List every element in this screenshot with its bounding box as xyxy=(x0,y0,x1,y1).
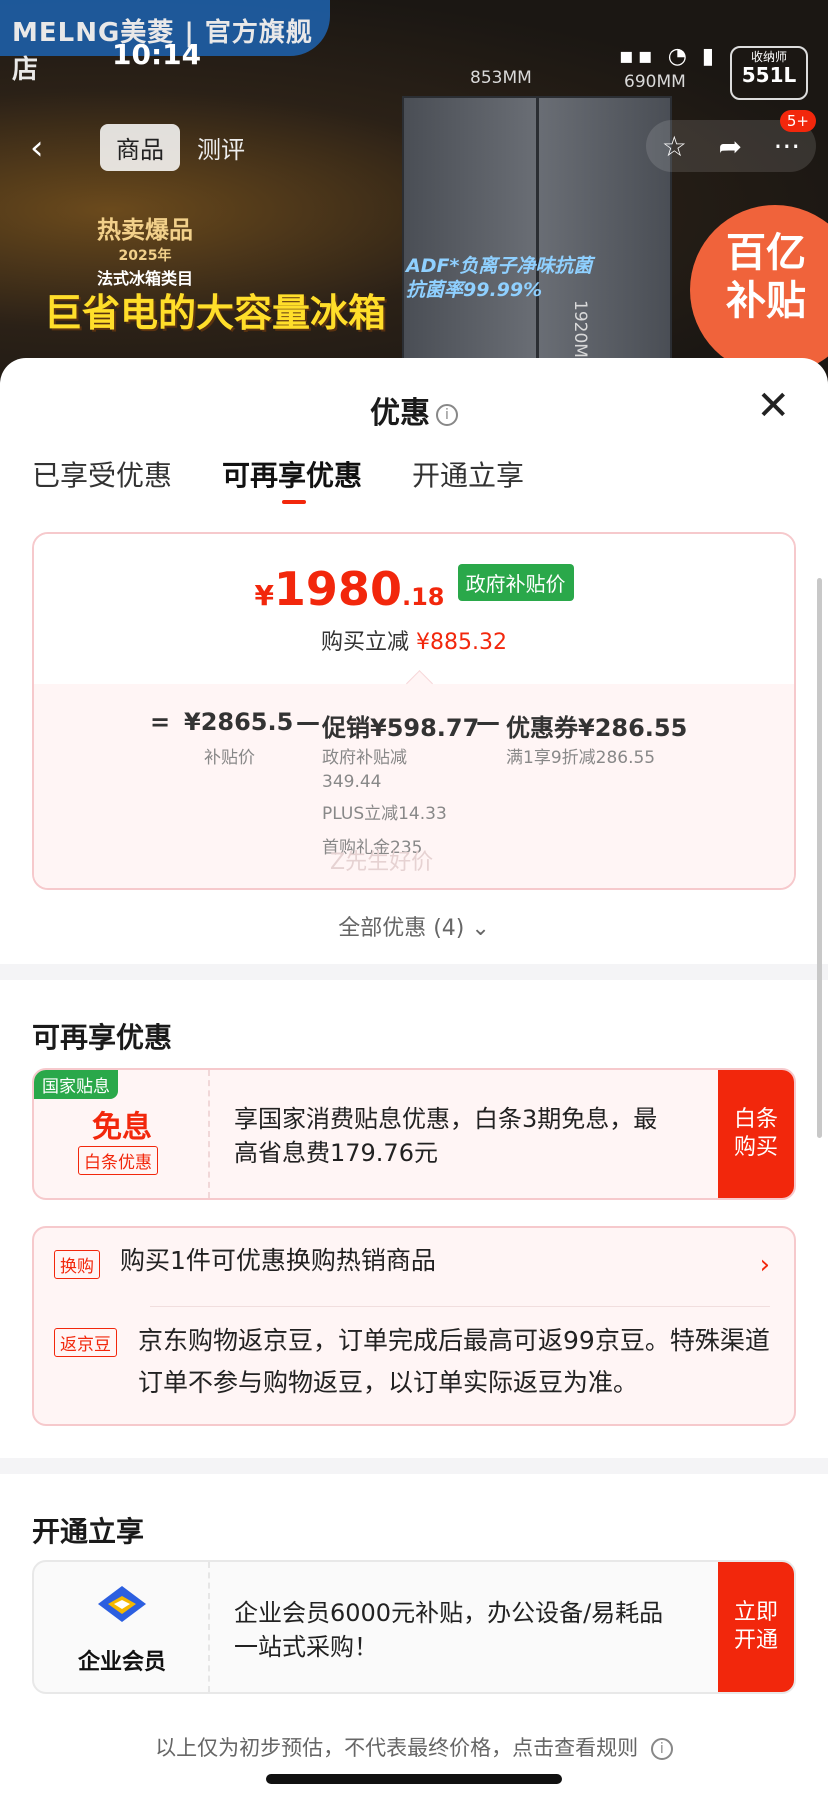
price-breakdown-card: ¥1980.18 政府补贴价 购买立减 ¥885.32 = ¥2865.5 — … xyxy=(32,532,796,890)
final-price: ¥1980.18 xyxy=(254,562,445,616)
nav-actions: ☆ ➦ ··· 5+ xyxy=(646,110,816,172)
exchange-tag: 换购 xyxy=(54,1250,100,1279)
jingdou-tag: 返京豆 xyxy=(54,1328,117,1357)
open-now-button[interactable]: 立即开通 xyxy=(718,1562,794,1692)
exchange-text: 购买1件可优惠换购热销商品 xyxy=(120,1246,436,1275)
section-title-more-offers: 可再享优惠 xyxy=(32,1021,173,1054)
enterprise-member-desc: 企业会员6000元补贴，办公设备/易耗品一站式采购！ xyxy=(234,1599,664,1661)
info-icon[interactable]: i xyxy=(436,403,458,426)
price-summary: ¥1980.18 政府补贴价 购买立减 ¥885.32 xyxy=(34,534,794,684)
benefit-list-card: 换购 购买1件可优惠换购热销商品 › 返京豆 京东购物返京豆，订单完成后最高可返… xyxy=(32,1226,796,1426)
offer-tabs: 已享受优惠 可再享优惠 开通立享 xyxy=(32,454,524,504)
top-nav: ‹ 商品 测评 ☆ ➦ ··· 5+ xyxy=(0,110,828,180)
divider xyxy=(150,1306,770,1307)
product-slogan: 巨省电的大容量冰箱 xyxy=(44,291,387,335)
tab-open-now[interactable]: 开通立享 xyxy=(412,454,524,494)
tab-product[interactable]: 商品 xyxy=(100,124,180,171)
interest-free-desc: 享国家消费贴息优惠，白条3期免息，最高省息费179.76元 xyxy=(234,1105,658,1167)
promo-detail-gov: 政府补贴减 349.44 PLUS立减14.33 首购礼金235 xyxy=(322,748,447,858)
discount-line: 购买立减 ¥885.32 xyxy=(321,630,507,655)
gov-interest-label: 国家贴息 xyxy=(34,1070,118,1099)
subsidy-badge: 百亿 补贴 xyxy=(690,205,828,375)
interest-free-card: 国家贴息 免息 白条优惠 享国家消费贴息优惠，白条3期免息，最高省息费179.7… xyxy=(32,1068,796,1200)
tab-review[interactable]: 测评 xyxy=(197,130,245,165)
coupon-amount: 优惠券¥286.55 xyxy=(506,714,688,742)
promo-amount: 促销¥598.77 xyxy=(322,714,480,742)
interest-free-title: 免息 xyxy=(92,1110,152,1145)
coupon-detail: 满1享9折减286.55 xyxy=(506,748,656,768)
tab-enjoyed[interactable]: 已享受优惠 xyxy=(32,454,172,494)
rules-info-icon[interactable]: i xyxy=(650,1738,673,1760)
offers-sheet: 优惠 i ✕ 已享受优惠 可再享优惠 开通立享 ¥1980.18 政府补贴价 购买… xyxy=(0,358,828,1795)
sheet-title: 优惠 i xyxy=(0,388,828,432)
equals-sign: = xyxy=(150,708,171,736)
section-divider xyxy=(0,964,828,980)
scrollbar[interactable] xyxy=(817,578,822,1138)
status-time: 10:14 xyxy=(112,38,202,71)
home-indicator xyxy=(266,1774,562,1784)
adf-badge: ADF*负离子净味抗菌 抗菌率99.99% xyxy=(406,255,593,301)
status-icons: ▪▪ ◔ ▮ xyxy=(618,44,718,69)
product-hero-background: MELNG美菱 | 官方旗舰店 10:14 ▪▪ ◔ ▮ 热卖爆品 2025年 … xyxy=(0,0,828,380)
depth-label: 690MM xyxy=(624,72,686,92)
gov-subsidy-tag: 政府补贴价 xyxy=(457,564,574,601)
price-formula: = ¥2865.5 — 促销¥598.77 — 优惠券¥286.55 补贴价 政… xyxy=(34,684,794,888)
width-label: 853MM xyxy=(470,68,532,88)
hot-label: 热卖爆品 2025年 法式冰箱类目 xyxy=(96,216,193,288)
tab-more-offers[interactable]: 可再享优惠 xyxy=(222,454,362,504)
enterprise-member-label: 企业会员 xyxy=(77,1650,166,1675)
enterprise-member-card: 企业会员 企业会员6000元补贴，办公设备/易耗品一站式采购！ 立即开通 xyxy=(32,1560,796,1694)
close-icon[interactable]: ✕ xyxy=(756,386,790,426)
more-icon[interactable]: ··· xyxy=(773,130,800,163)
watermark: Z先生好价 xyxy=(330,850,434,875)
notification-badge: 5+ xyxy=(779,110,816,132)
section-title-open-now: 开通立享 xyxy=(32,1515,145,1548)
base-price-label: 补贴价 xyxy=(204,748,255,768)
enterprise-logo-icon xyxy=(98,1586,146,1622)
volume-badge: 收纳师 551L xyxy=(730,46,808,100)
minus-sign: — xyxy=(296,708,320,736)
baitiao-tag: 白条优惠 xyxy=(78,1146,158,1175)
footer-note[interactable]: 以上仅为初步预估，不代表最终价格，点击查看规则 i xyxy=(0,1732,828,1762)
base-price: ¥2865.5 xyxy=(184,708,294,736)
minus-sign: — xyxy=(476,708,500,736)
chevron-right-icon[interactable]: › xyxy=(760,1250,770,1280)
baitiao-buy-button[interactable]: 白条购买 xyxy=(718,1070,794,1198)
star-icon[interactable]: ☆ xyxy=(662,130,687,163)
all-offers-toggle[interactable]: 全部优惠 (4) ⌄ xyxy=(0,910,828,942)
section-divider xyxy=(0,1458,828,1474)
share-icon[interactable]: ➦ xyxy=(718,130,741,163)
jingdou-text: 京东购物返京豆，订单完成后最高可返99京豆。特殊渠道订单不参与购物返豆，以订单实… xyxy=(138,1326,770,1397)
back-chevron-icon[interactable]: ‹ xyxy=(30,128,44,168)
